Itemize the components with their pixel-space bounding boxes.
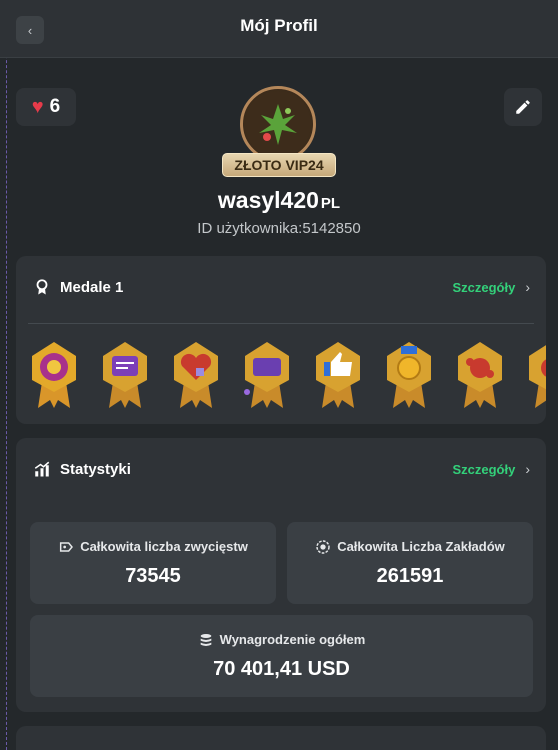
stats-header: Statystyki Szczegóły › [16, 438, 546, 500]
medals-title: Medale 1 [60, 278, 124, 296]
stats-card: Statystyki Szczegóły › Całkowita liczba … [16, 438, 546, 712]
next-card [16, 726, 546, 750]
stats-details-label: Szczegóły [452, 461, 516, 477]
medal-icon [32, 277, 52, 297]
medal-heart[interactable] [170, 340, 222, 410]
divider [28, 323, 534, 324]
medal-coin[interactable] [383, 340, 435, 410]
total-wins-label-row: Całkowita liczba zwycięstw [58, 539, 248, 555]
medals-details-label: Szczegóły [452, 279, 516, 295]
edit-profile-button[interactable] [504, 88, 542, 126]
medals-details-link[interactable]: Szczegóły › [452, 279, 530, 295]
stats-title: Statystyki [60, 460, 131, 478]
ticket-icon [60, 541, 74, 552]
stats-details-link[interactable]: Szczegóły › [452, 461, 530, 477]
total-wins-label: Całkowita liczba zwycięstw [80, 539, 248, 554]
avatar[interactable] [240, 86, 316, 162]
medal-partial[interactable] [525, 340, 546, 410]
total-wins-box: Całkowita liczba zwycięstw 73545 [30, 522, 276, 604]
total-reward-value: 70 401,41 USD [213, 657, 350, 680]
heart-icon: ♥ [31, 96, 44, 118]
page-title: Mój Profil [240, 16, 318, 35]
stats-icon [32, 459, 52, 479]
total-bets-label-row: Całkowita Liczba Zakładów [315, 539, 505, 555]
likes-button[interactable]: ♥ 6 [16, 88, 76, 126]
chevron-right-icon: › [525, 279, 530, 295]
medal-wallet[interactable] [241, 340, 293, 410]
total-bets-box: Całkowita Liczba Zakładów 261591 [287, 522, 533, 604]
chip-icon [316, 539, 330, 554]
total-bets-value: 261591 [376, 564, 444, 587]
user-id: ID użytkownika:5142850 [197, 220, 361, 237]
total-bets-label: Całkowita Liczba Zakładów [337, 539, 505, 554]
medals-list[interactable] [28, 340, 546, 410]
top-bar: ‹ Mój Profil [0, 0, 558, 58]
vip-badge: ZŁOTO VIP24 [222, 153, 336, 177]
coins-stack-icon [200, 633, 211, 646]
likes-count: 6 [49, 96, 61, 117]
country-code: PL [320, 195, 341, 212]
pencil-icon [516, 100, 530, 114]
total-reward-box: Wynagrodzenie ogółem 70 401,41 USD [30, 615, 533, 697]
medals-card: Medale 1 Szczegóły › [16, 256, 546, 424]
total-reward-label-row: Wynagrodzenie ogółem [198, 632, 366, 648]
medal-chat[interactable] [99, 340, 151, 410]
username-text: wasyl420 [217, 187, 319, 213]
chevron-right-icon: › [525, 461, 530, 477]
total-wins-value: 73545 [125, 564, 181, 587]
avatar-image [245, 91, 311, 157]
medals-header: Medale 1 Szczegóły › [16, 256, 546, 318]
total-reward-label: Wynagrodzenie ogółem [219, 632, 366, 647]
username: wasyl420 PL [0, 187, 558, 214]
medal-trophy[interactable] [28, 340, 80, 410]
page-edge-guide [6, 0, 7, 750]
medal-thumbs-up[interactable] [312, 340, 364, 410]
medal-splash[interactable] [454, 340, 506, 410]
